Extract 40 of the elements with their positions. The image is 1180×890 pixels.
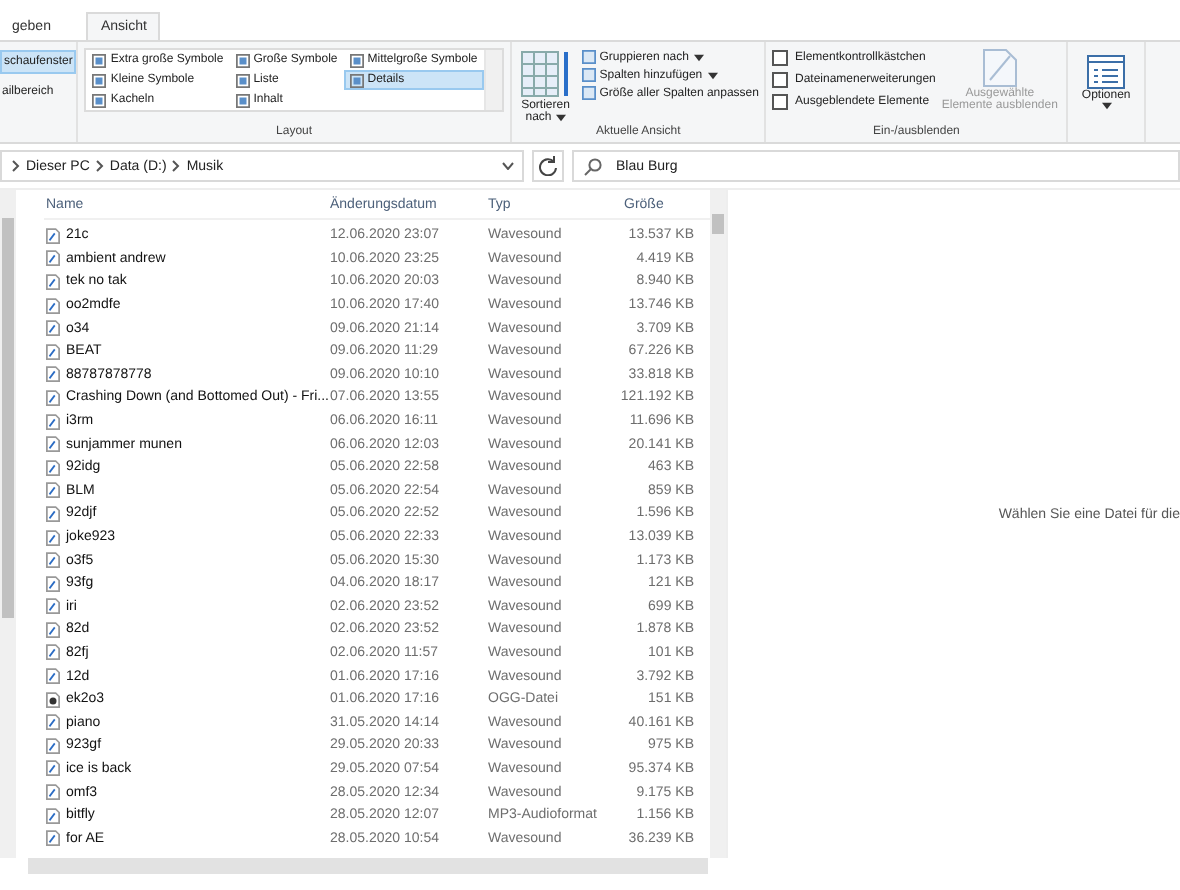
audio-file-icon — [46, 760, 60, 777]
audio-file-icon — [46, 575, 60, 592]
gallery-scrollbar[interactable] — [483, 50, 502, 110]
audio-file-icon — [46, 529, 60, 546]
horizontal-scrollbar[interactable] — [28, 858, 708, 874]
audio-file-icon — [46, 644, 60, 661]
audio-file-icon — [46, 459, 60, 476]
audio-file-icon — [46, 714, 60, 731]
audio-file-icon — [46, 598, 60, 615]
audio-file-icon — [46, 737, 60, 754]
audio-file-icon — [46, 552, 60, 569]
audio-file-icon — [46, 505, 60, 522]
scrollbar-thumb[interactable] — [2, 218, 14, 618]
vertical-scrollbar[interactable] — [710, 190, 726, 858]
chevron-right-icon — [172, 160, 181, 172]
audio-file-icon — [46, 413, 60, 430]
audio-file-icon — [46, 668, 60, 685]
audio-file-icon — [46, 297, 60, 314]
audio-file-icon — [46, 830, 60, 847]
document-icon — [981, 48, 1018, 88]
refresh-icon — [538, 156, 558, 176]
audio-file-icon — [46, 273, 60, 290]
chevron-right-icon — [12, 160, 20, 172]
options-icon — [1086, 54, 1127, 90]
audio-file-icon — [46, 227, 60, 244]
chevron-right-icon — [95, 160, 104, 172]
audio-file-icon — [46, 250, 60, 267]
file-icon — [46, 691, 60, 708]
audio-file-icon — [46, 784, 60, 801]
chevron-down-icon[interactable] — [502, 162, 514, 170]
audio-file-icon — [46, 436, 60, 453]
audio-file-icon — [46, 343, 60, 360]
audio-file-icon — [46, 807, 60, 824]
audio-file-icon — [46, 320, 60, 337]
audio-file-icon — [46, 621, 60, 638]
refresh-button[interactable] — [532, 150, 564, 182]
audio-file-icon — [46, 482, 60, 499]
sort-icon — [519, 48, 572, 100]
audio-file-icon — [46, 389, 60, 406]
audio-file-icon — [46, 366, 60, 383]
